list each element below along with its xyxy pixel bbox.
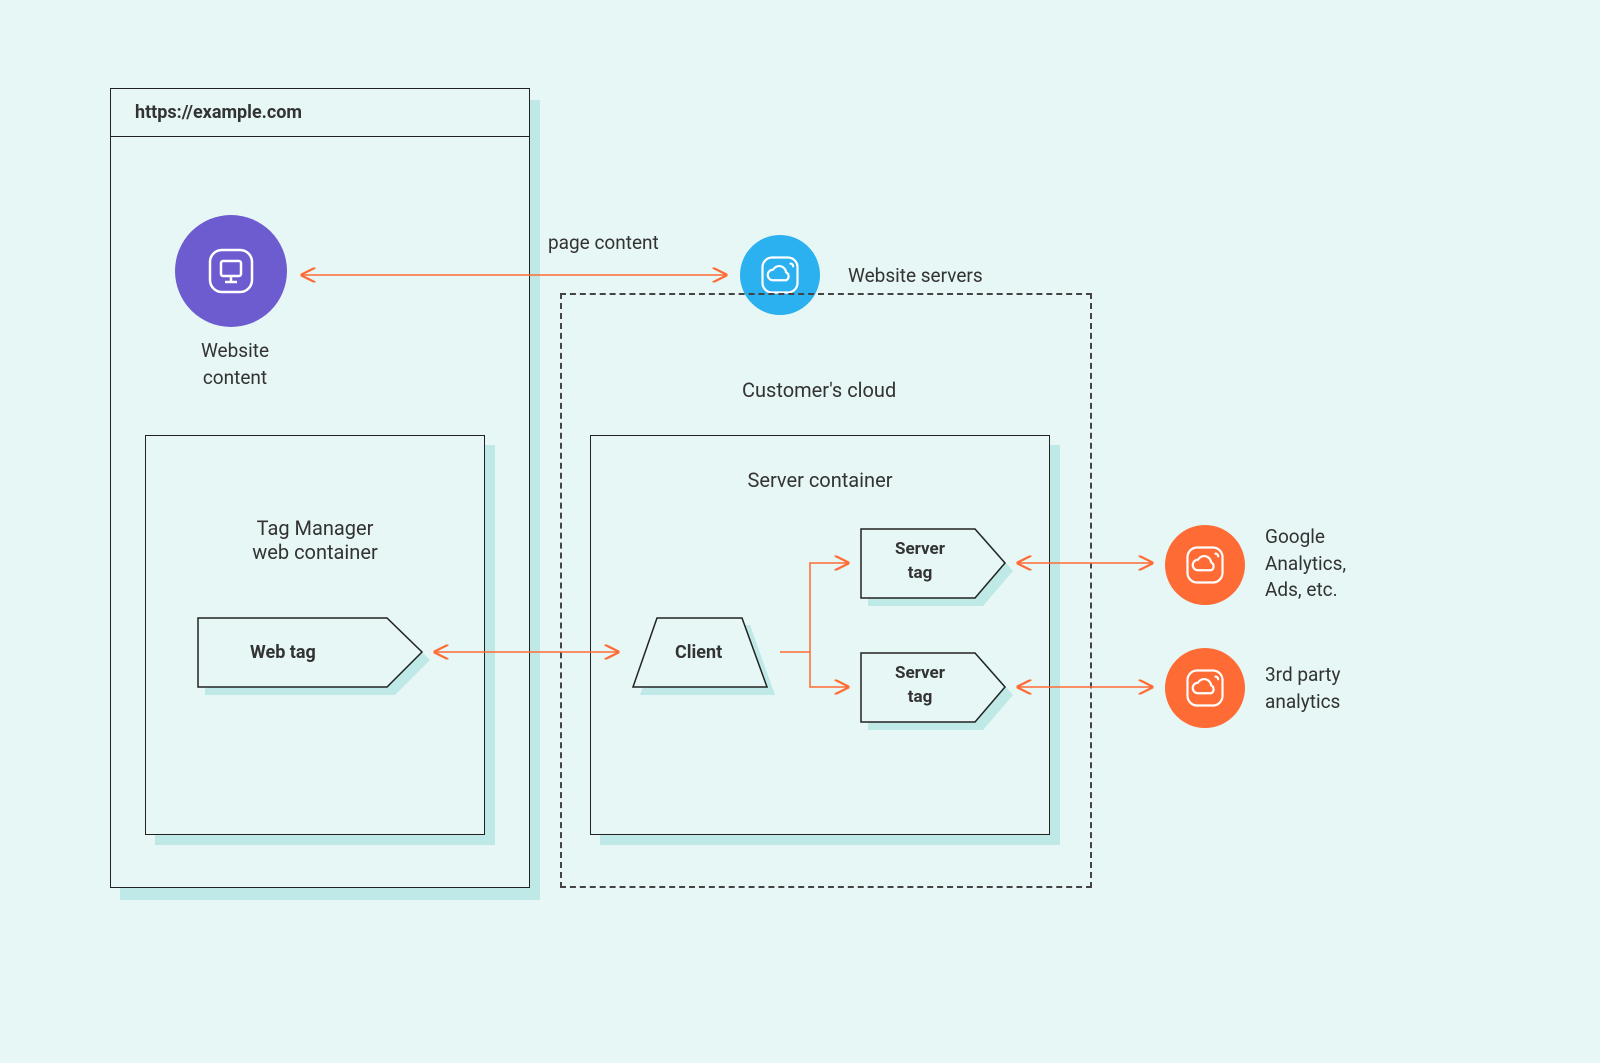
connectors	[0, 0, 1600, 1063]
